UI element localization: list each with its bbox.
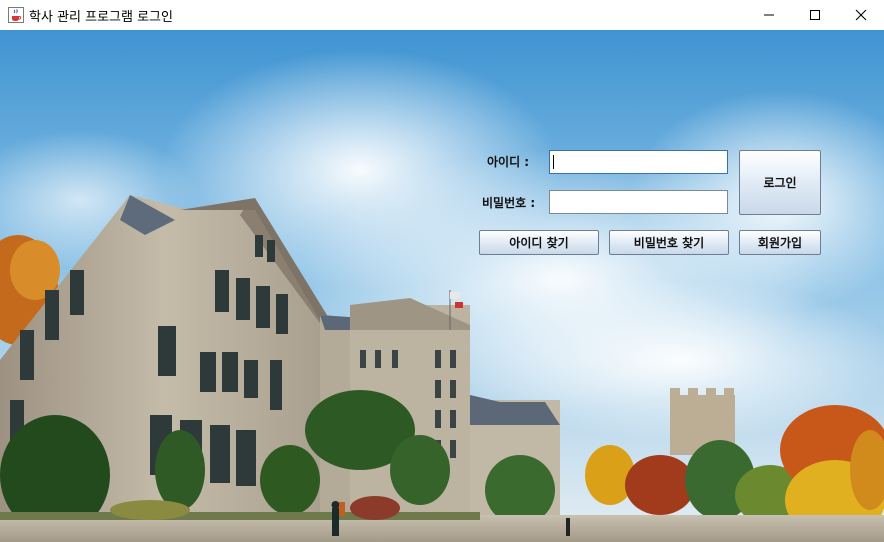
login-button[interactable]: 로그인 bbox=[739, 150, 821, 215]
signup-button[interactable]: 회원가입 bbox=[739, 230, 821, 255]
id-label: 아이디 : bbox=[487, 155, 530, 169]
login-window: 학사 관리 프로그램 로그인 아이디: 비밀번호: 로그인 아이디 찾기 비… bbox=[0, 0, 884, 542]
maximize-icon bbox=[810, 10, 820, 20]
find-id-button[interactable]: 아이디 찾기 bbox=[479, 230, 599, 255]
maximize-button[interactable] bbox=[792, 0, 838, 30]
campus-photo bbox=[0, 30, 884, 542]
minimize-icon bbox=[764, 14, 774, 16]
close-button[interactable] bbox=[838, 0, 884, 30]
java-cup-icon bbox=[8, 7, 24, 23]
window-title: 학사 관리 프로그램 로그인 bbox=[29, 10, 173, 25]
minimize-button[interactable] bbox=[746, 0, 792, 30]
find-password-button[interactable]: 비밀번호 찾기 bbox=[609, 230, 729, 255]
close-icon bbox=[855, 9, 867, 21]
text-caret bbox=[553, 155, 554, 169]
password-label: 비밀번호 : bbox=[482, 196, 536, 210]
password-input[interactable] bbox=[549, 190, 728, 214]
campus-background bbox=[0, 30, 884, 542]
title-bar: 학사 관리 프로그램 로그인 bbox=[0, 0, 884, 30]
id-input[interactable] bbox=[549, 150, 728, 174]
